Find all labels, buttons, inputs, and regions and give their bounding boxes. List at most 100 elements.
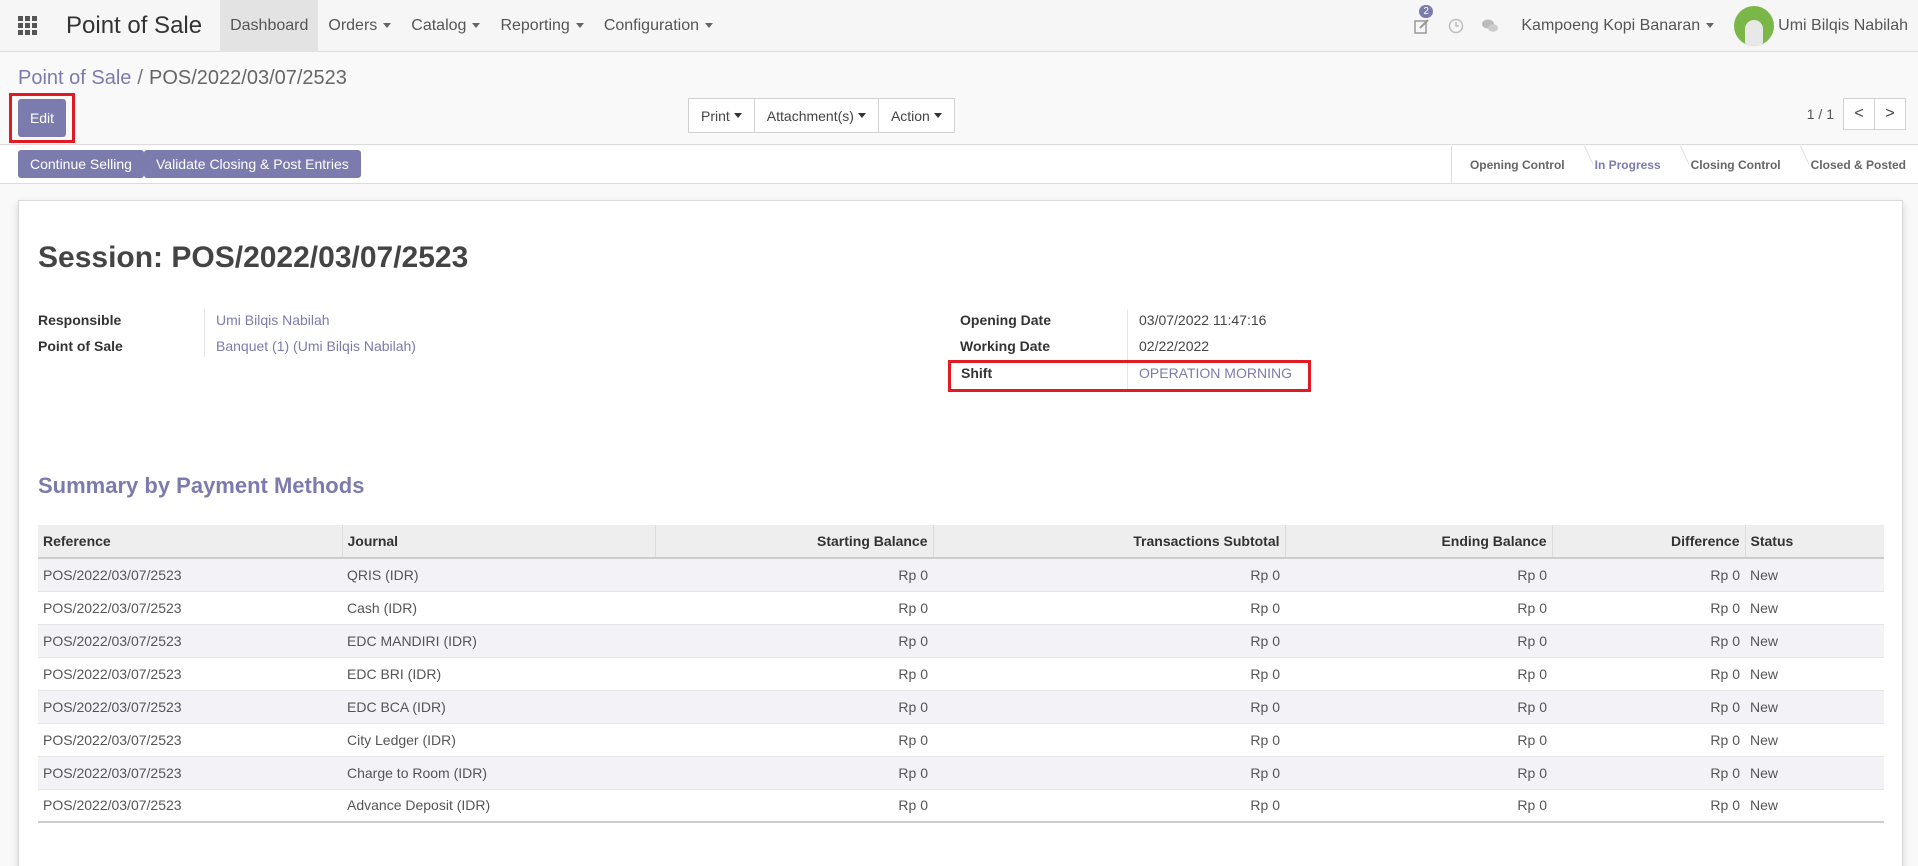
table-header-row: Reference Journal Starting Balance Trans… (38, 525, 1884, 559)
cell-journal: EDC MANDIRI (IDR) (342, 623, 655, 657)
menu-catalog[interactable]: Catalog (401, 0, 490, 52)
table-row[interactable]: POS/2022/03/07/2523 EDC BRI (IDR) Rp 0 R… (38, 656, 1884, 690)
print-label: Print (701, 107, 730, 124)
menu-configuration[interactable]: Configuration (594, 0, 723, 52)
cell-status: New (1745, 755, 1884, 789)
breadcrumb-separator: / (137, 67, 143, 89)
chat-icon[interactable] (1473, 18, 1507, 34)
top-navbar: Point of Sale Dashboard Orders Catalog R… (0, 0, 1918, 52)
cell-difference: Rp 0 (1552, 722, 1745, 756)
company-switcher[interactable]: Kampoeng Kopi Banaran (1521, 17, 1715, 35)
shift-highlight-box (948, 360, 1311, 392)
stage-opening-control[interactable]: Opening Control (1452, 146, 1577, 183)
cell-transactions-subtotal: Rp 0 (933, 689, 1285, 723)
pager-prev-button[interactable]: < (1843, 98, 1875, 130)
cell-journal: Advance Deposit (IDR) (342, 788, 655, 822)
cell-journal: EDC BCA (IDR) (342, 689, 655, 723)
pager-value[interactable]: 1 / 1 (1807, 106, 1834, 122)
cell-reference: POS/2022/03/07/2523 (38, 557, 342, 591)
menu-dashboard[interactable]: Dashboard (220, 0, 319, 52)
cell-ending-balance: Rp 0 (1285, 623, 1552, 657)
cell-difference: Rp 0 (1552, 689, 1745, 723)
cell-difference: Rp 0 (1552, 788, 1745, 822)
caret-down-icon (933, 113, 942, 118)
navbar-right: 2 Kampoeng Kopi Banaran Umi Bilqis Nabil… (1405, 0, 1918, 52)
cell-reference: POS/2022/03/07/2523 (38, 755, 342, 789)
cell-ending-balance: Rp 0 (1285, 656, 1552, 690)
stage-closed-posted[interactable]: Closed & Posted (1793, 146, 1918, 183)
clock-icon[interactable] (1439, 18, 1473, 34)
table-row[interactable]: POS/2022/03/07/2523 EDC MANDIRI (IDR) Rp… (38, 623, 1884, 657)
breadcrumb-parent[interactable]: Point of Sale (18, 67, 131, 89)
responsible-label: Responsible (38, 312, 122, 328)
menu-configuration-label: Configuration (603, 16, 699, 34)
table-row[interactable]: POS/2022/03/07/2523 Charge to Room (IDR)… (38, 755, 1884, 789)
cell-starting-balance: Rp 0 (655, 788, 933, 822)
cell-journal: City Ledger (IDR) (342, 722, 655, 756)
responsible-value[interactable]: Umi Bilqis Nabilah (216, 312, 330, 328)
control-panel: Point of Sale / POS/2022/03/07/2523 Edit P… (0, 53, 1918, 145)
stage-in-progress[interactable]: In Progress (1577, 146, 1673, 183)
working-date-value: 02/22/2022 (1139, 338, 1210, 354)
activity-icon[interactable]: 2 (1405, 5, 1439, 34)
caret-down-icon (1706, 23, 1715, 29)
cell-starting-balance: Rp 0 (655, 656, 933, 690)
column-header-difference[interactable]: Difference (1552, 525, 1746, 559)
cell-starting-balance: Rp 0 (655, 623, 933, 657)
toolbar-button-group: Print Attachment(s) Action (688, 98, 955, 133)
column-header-status[interactable]: Status (1745, 525, 1884, 559)
company-name: Kampoeng Kopi Banaran (1521, 17, 1701, 34)
cell-status: New (1745, 590, 1884, 624)
caret-down-icon (472, 23, 481, 28)
table-row[interactable]: POS/2022/03/07/2523 City Ledger (IDR) Rp… (38, 722, 1884, 756)
opening-date-label: Opening Date (960, 312, 1052, 328)
validate-closing-button[interactable]: Validate Closing & Post Entries (144, 150, 361, 178)
cell-reference: POS/2022/03/07/2523 (38, 722, 342, 756)
pos-label: Point of Sale (38, 338, 123, 354)
app-brand[interactable]: Point of Sale (66, 12, 202, 40)
attachments-button[interactable]: Attachment(s) (753, 98, 879, 133)
table-row[interactable]: POS/2022/03/07/2523 QRIS (IDR) Rp 0 Rp 0… (38, 557, 1884, 591)
cell-ending-balance: Rp 0 (1285, 590, 1552, 624)
attachments-label: Attachment(s) (766, 107, 854, 124)
print-button[interactable]: Print (688, 98, 755, 133)
cell-ending-balance: Rp 0 (1285, 557, 1552, 591)
breadcrumb-current: POS/2022/03/07/2523 (148, 67, 347, 89)
cell-difference: Rp 0 (1552, 557, 1745, 591)
cell-journal: QRIS (IDR) (342, 557, 655, 591)
stage-closing-control[interactable]: Closing Control (1673, 146, 1793, 183)
cell-status: New (1745, 656, 1884, 690)
cell-reference: POS/2022/03/07/2523 (38, 590, 342, 624)
continue-selling-button[interactable]: Continue Selling (18, 150, 144, 178)
action-button[interactable]: Action (877, 98, 955, 133)
cell-ending-balance: Rp 0 (1285, 755, 1552, 789)
menu-reporting[interactable]: Reporting (490, 0, 593, 52)
pager-next-button[interactable]: > (1874, 98, 1906, 130)
pos-value[interactable]: Banquet (1) (Umi Bilqis Nabilah) (216, 338, 416, 354)
session-title: Session: POS/2022/03/07/2523 (38, 241, 469, 274)
column-header-journal[interactable]: Journal (342, 525, 656, 559)
apps-menu-icon[interactable] (0, 0, 54, 52)
table-row[interactable]: POS/2022/03/07/2523 Advance Deposit (IDR… (38, 788, 1884, 822)
column-header-ending-balance[interactable]: Ending Balance (1285, 525, 1553, 559)
column-header-starting-balance[interactable]: Starting Balance (655, 525, 934, 559)
cell-transactions-subtotal: Rp 0 (933, 722, 1285, 756)
table-row[interactable]: POS/2022/03/07/2523 Cash (IDR) Rp 0 Rp 0… (38, 590, 1884, 624)
action-label: Action (890, 107, 930, 124)
caret-down-icon (704, 23, 713, 28)
cell-transactions-subtotal: Rp 0 (933, 623, 1285, 657)
column-header-reference[interactable]: Reference (38, 525, 343, 559)
table-row[interactable]: POS/2022/03/07/2523 EDC BCA (IDR) Rp 0 R… (38, 689, 1884, 723)
cell-ending-balance: Rp 0 (1285, 788, 1552, 822)
user-avatar[interactable] (1734, 6, 1775, 46)
menu-orders[interactable]: Orders (318, 0, 401, 52)
activity-count-badge: 2 (1419, 5, 1433, 18)
caret-down-icon (733, 113, 742, 118)
cell-starting-balance: Rp 0 (655, 722, 933, 756)
cell-reference: POS/2022/03/07/2523 (38, 623, 342, 657)
caret-down-icon (575, 23, 584, 28)
cell-journal: Cash (IDR) (342, 590, 655, 624)
user-name[interactable]: Umi Bilqis Nabilah (1778, 17, 1908, 35)
menu-catalog-label: Catalog (411, 16, 467, 34)
column-header-transactions-subtotal[interactable]: Transactions Subtotal (933, 525, 1286, 559)
